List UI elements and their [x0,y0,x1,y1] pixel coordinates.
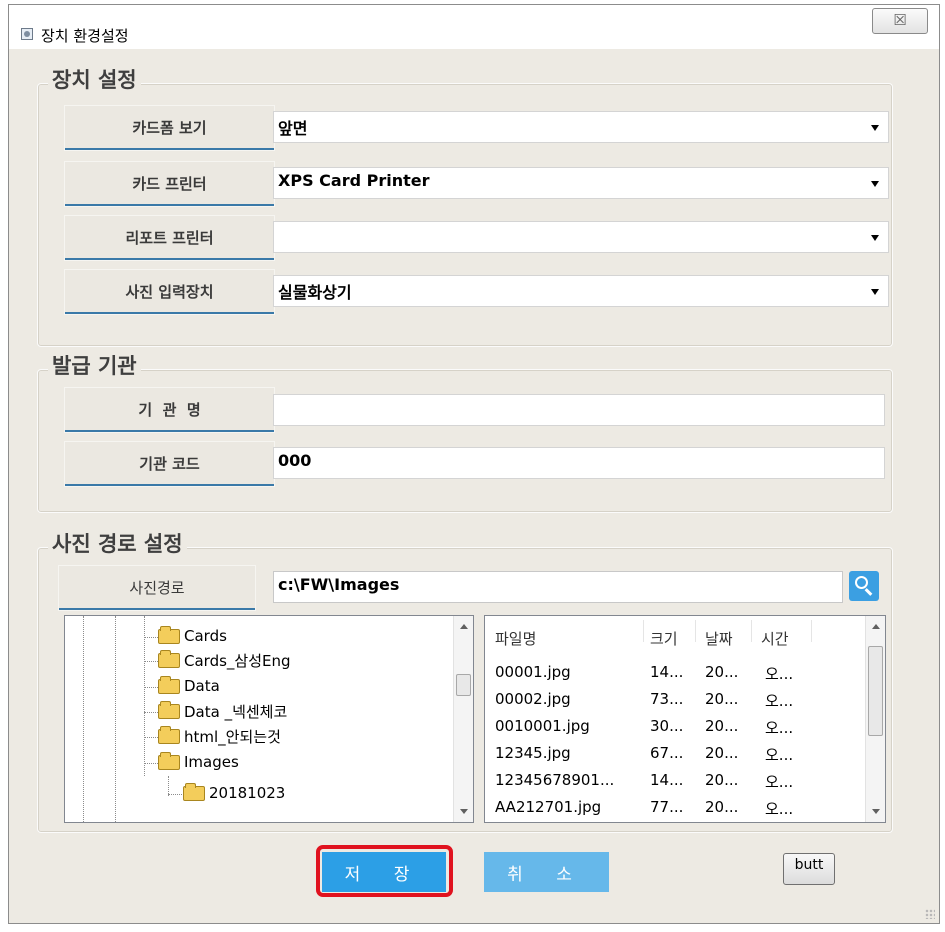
tree-item-html[interactable]: html_안되는것 [158,724,281,748]
tree-item-20181023[interactable]: 20181023 [183,781,285,805]
tree-item-images[interactable]: Images [158,750,239,774]
folder-icon [158,675,180,694]
search-button[interactable] [849,571,879,601]
scroll-thumb[interactable] [868,646,883,736]
folder-icon [158,700,180,719]
issuer-code-value: 000 [278,451,312,470]
photo-path-input[interactable]: c:\FW\Images [273,571,843,603]
photo-input-device-select[interactable]: 실물화상기 [273,275,889,307]
card-printer-value: XPS Card Printer [278,171,430,190]
photo-input-device-label: 사진 입력장치 [65,270,274,314]
report-printer-label: 리포트 프린터 [65,216,274,260]
column-header-filename[interactable]: 파일명 [495,628,536,649]
settings-window: 장치 환경설정 ☒ 장치 설정 카드폼 보기 앞면 카드 프린터 XPS Car… [8,4,940,924]
chevron-down-icon [871,125,879,131]
photo-input-device-value: 실물화상기 [278,283,352,302]
scroll-up-icon[interactable] [460,624,468,629]
folder-tree[interactable]: Cards Cards_삼성Eng Data Data _넥센체코 html_안… [64,615,474,823]
issuer-code-input[interactable]: 000 [273,447,885,479]
column-header-time[interactable]: 시간 [761,628,789,649]
extra-button[interactable]: butt [783,853,835,885]
scroll-down-icon[interactable] [460,809,468,814]
photo-path-value: c:\FW\Images [278,575,400,594]
scroll-thumb[interactable] [456,674,471,696]
card-printer-select[interactable]: XPS Card Printer [273,167,889,199]
tree-item-cards-samsung[interactable]: Cards_삼성Eng [158,648,291,672]
file-list-scrollbar[interactable] [865,616,885,822]
scroll-down-icon[interactable] [872,809,880,814]
cancel-button[interactable]: 취 소 [484,852,609,892]
folder-icon [158,625,180,644]
save-button[interactable]: 저 장 [322,852,446,892]
issuer-name-label: 기 관 명 [65,388,274,432]
chevron-down-icon [871,181,879,187]
chevron-down-icon [871,235,879,241]
folder-icon [158,649,180,668]
folder-icon [183,782,205,801]
photo-path-title: 사진 경로 설정 [48,528,187,558]
tree-item-data[interactable]: Data [158,674,220,698]
close-icon: ☒ [893,11,907,29]
tree-item-data-nexen[interactable]: Data _넥센체코 [158,699,287,723]
report-printer-select[interactable] [273,221,889,253]
issuer-code-label: 기관 코드 [65,442,274,486]
device-settings-title: 장치 설정 [48,64,141,94]
card-form-view-select[interactable]: 앞면 [273,111,889,143]
scroll-up-icon[interactable] [872,624,880,629]
card-printer-label: 카드 프린터 [65,162,274,206]
chevron-down-icon [871,289,879,295]
card-form-view-label: 카드폼 보기 [65,106,274,150]
issuer-title: 발급 기관 [48,350,141,380]
photo-path-label: 사진경로 [59,566,255,610]
open-folder-icon [158,751,180,770]
column-header-date[interactable]: 날짜 [705,628,733,649]
issuer-name-input[interactable] [273,394,885,426]
file-list[interactable]: 파일명 크기 날짜 시간 00001.jpg 14... 20... 오... … [484,615,886,823]
title-bar: 장치 환경설정 ☒ [9,5,939,49]
close-button[interactable]: ☒ [872,8,928,34]
window-title: 장치 환경설정 [41,27,129,45]
resize-grip-icon[interactable] [925,909,935,919]
card-form-view-value: 앞면 [278,119,308,138]
folder-icon [158,725,180,744]
column-header-size[interactable]: 크기 [650,628,678,649]
tree-item-cards[interactable]: Cards [158,624,227,648]
app-icon [21,28,33,40]
tree-scrollbar[interactable] [453,616,473,822]
